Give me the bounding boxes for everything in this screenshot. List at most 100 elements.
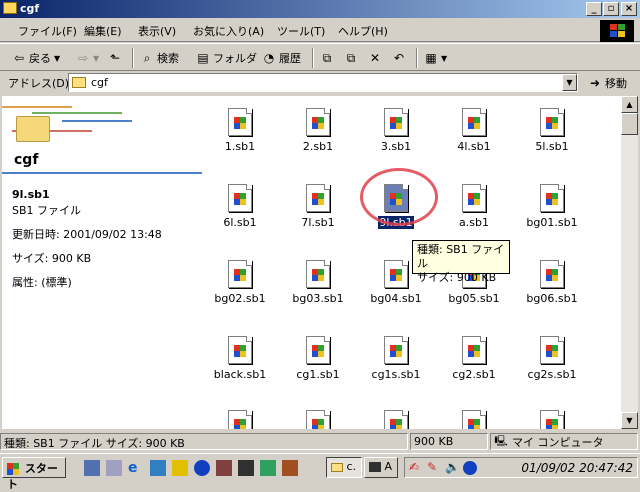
- maximize-button[interactable]: ▫: [603, 2, 619, 16]
- media-player-icon[interactable]: [172, 460, 188, 476]
- menu-favorites[interactable]: お気に入り(A): [193, 23, 264, 39]
- status-zone-label: マイ コンピュータ: [512, 435, 604, 449]
- menu-view[interactable]: 表示(V): [138, 23, 176, 39]
- views-button[interactable]: ▦ ▼: [424, 49, 447, 67]
- pen-icon[interactable]: ✎: [427, 460, 437, 474]
- clock[interactable]: 01/09/02 20:47:42: [521, 461, 633, 475]
- back-label: 戻る: [29, 52, 51, 65]
- file-name: 3.sb1: [380, 140, 412, 153]
- vertical-scrollbar[interactable]: ▲ ▼: [621, 96, 638, 429]
- file-name: bg02.sb1: [214, 292, 266, 305]
- sb1-file-icon: [384, 108, 408, 136]
- sb1-file-icon: [306, 336, 330, 364]
- start-button[interactable]: スタート: [2, 457, 66, 491]
- views-icon: ▦: [425, 51, 437, 65]
- taskbar-button-explorer[interactable]: c.: [326, 457, 362, 478]
- internet-explorer-icon[interactable]: e: [128, 460, 144, 476]
- go-label: 移動: [605, 77, 627, 90]
- up-folder-button[interactable]: ⬑: [108, 49, 122, 67]
- file-item[interactable]: black.sb1: [202, 328, 278, 400]
- file-item[interactable]: cg1.sb1: [280, 328, 356, 400]
- file-item[interactable]: [202, 402, 278, 429]
- folder-icon: [16, 116, 50, 142]
- toolbar: ⇦ 戻る ▼ ⇨ ▼ ⬑ ⌕ 検索 ▤ フォルダ ◔ 履歴 ⧉ ⧉ ✕ ↶ ▦ …: [0, 43, 640, 71]
- menu-file[interactable]: ファイル(F): [18, 23, 77, 39]
- file-item[interactable]: 6l.sb1: [202, 176, 278, 248]
- menu-edit[interactable]: 編集(E): [84, 23, 122, 39]
- folders-button[interactable]: ▤ フォルダ: [196, 49, 257, 67]
- sb1-file-icon: [384, 260, 408, 288]
- toolbar-separator: [312, 48, 314, 68]
- taskbar: スタート e c. A ✍ ✎ 🔈 01/09/02 20:47:42: [0, 453, 640, 491]
- file-item[interactable]: [514, 402, 590, 429]
- file-item[interactable]: [436, 402, 512, 429]
- red-circle-annotation: [360, 168, 438, 226]
- file-item[interactable]: [358, 402, 434, 429]
- file-item[interactable]: 7l.sb1: [280, 176, 356, 248]
- close-button[interactable]: ×: [621, 2, 637, 16]
- file-item[interactable]: bg06.sb1: [514, 252, 590, 324]
- folder-icon: [72, 77, 86, 88]
- address-input[interactable]: cgf ▼: [68, 73, 578, 92]
- scroll-up-button[interactable]: ▲: [621, 96, 638, 113]
- app-icon[interactable]: [260, 460, 276, 476]
- minimize-button[interactable]: _: [586, 2, 602, 16]
- app-tray-icon[interactable]: [463, 461, 477, 475]
- file-item[interactable]: a.sb1: [436, 176, 512, 248]
- toolbar-separator: [416, 48, 418, 68]
- back-button[interactable]: ⇦ 戻る ▼: [12, 49, 60, 67]
- app-icon[interactable]: [216, 460, 232, 476]
- sb1-file-icon: [462, 108, 486, 136]
- file-item[interactable]: bg01.sb1: [514, 176, 590, 248]
- file-item[interactable]: 3.sb1: [358, 100, 434, 172]
- undo-icon: ↶: [393, 51, 405, 65]
- delete-icon: ✕: [369, 51, 381, 65]
- menu-help[interactable]: ヘルプ(H): [338, 23, 388, 39]
- undo-button[interactable]: ↶: [392, 49, 406, 67]
- tooltip-line-size: サイズ: 900 KB: [417, 271, 497, 284]
- history-button[interactable]: ◔ 履歴: [262, 49, 301, 67]
- file-item[interactable]: cg2.sb1: [436, 328, 512, 400]
- app-icon[interactable]: [282, 460, 298, 476]
- address-dropdown-button[interactable]: ▼: [562, 74, 577, 91]
- file-item[interactable]: bg03.sb1: [280, 252, 356, 324]
- sb1-file-icon: [462, 410, 486, 429]
- scroll-thumb[interactable]: [621, 113, 638, 135]
- ime-icon[interactable]: ✍: [409, 460, 419, 474]
- search-label: 検索: [157, 52, 179, 65]
- file-item[interactable]: cg2s.sb1: [514, 328, 590, 400]
- file-item[interactable]: cg1s.sb1: [358, 328, 434, 400]
- app-icon[interactable]: [194, 460, 210, 476]
- file-item[interactable]: [280, 402, 356, 429]
- copy-to-button[interactable]: ⧉: [344, 49, 358, 67]
- forward-button[interactable]: ⇨ ▼: [76, 49, 99, 67]
- sb1-file-icon: [540, 184, 564, 212]
- back-arrow-icon: ⇦: [13, 51, 25, 65]
- file-item[interactable]: bg02.sb1: [202, 252, 278, 324]
- file-item[interactable]: 4l.sb1: [436, 100, 512, 172]
- app-icon[interactable]: [238, 460, 254, 476]
- title-bar[interactable]: cgf _ ▫ ×: [0, 0, 640, 18]
- show-desktop-icon[interactable]: [84, 460, 100, 476]
- address-bar: アドレス(D) cgf ▼ ➜ 移動: [0, 72, 640, 94]
- move-to-button[interactable]: ⧉: [320, 49, 334, 67]
- sb1-file-icon: [306, 108, 330, 136]
- volume-icon[interactable]: 🔈: [445, 460, 460, 474]
- file-item[interactable]: 1.sb1: [202, 100, 278, 172]
- delete-button[interactable]: ✕: [368, 49, 382, 67]
- file-item[interactable]: 2.sb1: [280, 100, 356, 172]
- taskbar-button-label: c.: [346, 460, 357, 473]
- go-button[interactable]: ➜ 移動: [588, 74, 627, 92]
- explorer-icon[interactable]: [150, 460, 166, 476]
- sb1-file-icon: [384, 336, 408, 364]
- taskbar-button-app[interactable]: A: [364, 457, 398, 478]
- sb1-file-icon: [384, 410, 408, 429]
- windows-logo-icon: [7, 463, 19, 475]
- search-button[interactable]: ⌕ 検索: [140, 49, 179, 67]
- scroll-down-button[interactable]: ▼: [621, 412, 638, 429]
- menu-tools[interactable]: ツール(T): [277, 23, 325, 39]
- content-area[interactable]: cgf 9l.sb1 SB1 ファイル 更新日時: 2001/09/02 13:…: [2, 96, 621, 429]
- notepad-icon[interactable]: [106, 460, 122, 476]
- sb1-file-icon: [306, 260, 330, 288]
- file-item[interactable]: 5l.sb1: [514, 100, 590, 172]
